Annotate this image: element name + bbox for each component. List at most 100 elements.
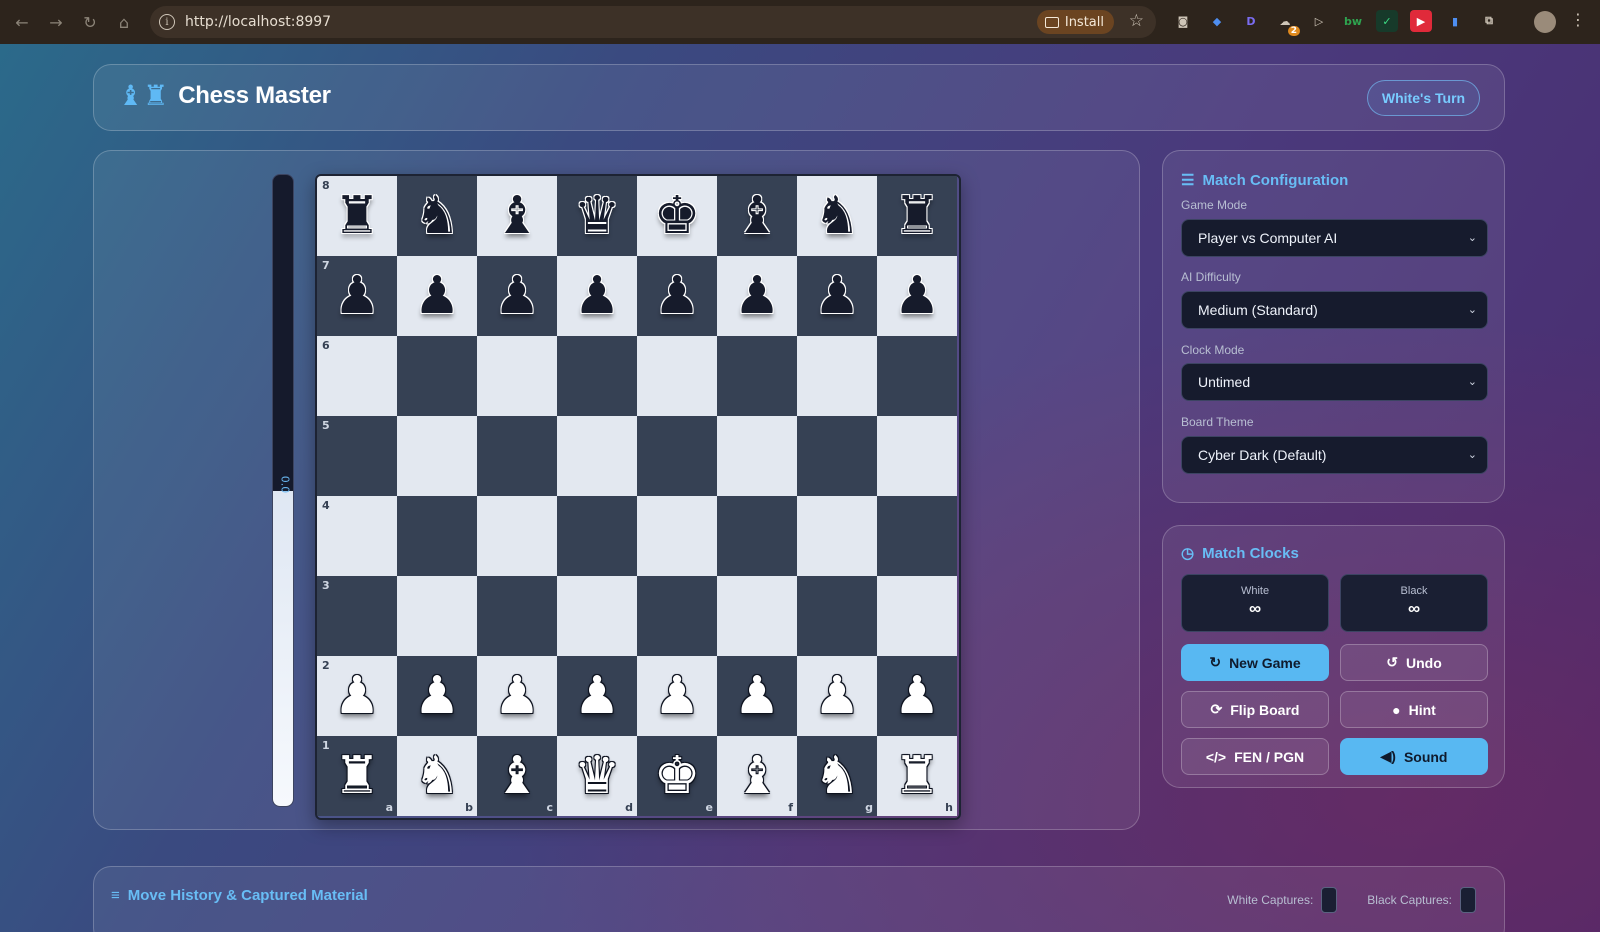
black-pawn-icon[interactable]: ♟ — [494, 270, 541, 322]
square-b3[interactable] — [397, 576, 477, 656]
square-b7[interactable]: ♟ — [397, 256, 477, 336]
shield-extension-icon[interactable]: ◆ — [1206, 10, 1228, 32]
black-bishop-icon[interactable]: ♝ — [734, 190, 781, 242]
square-e2[interactable]: ♟ — [637, 656, 717, 736]
square-a7[interactable]: 7 ♟ — [317, 256, 397, 336]
square-e8[interactable]: ♚ — [637, 176, 717, 256]
white-bishop-icon[interactable]: ♝ — [494, 750, 541, 802]
board-theme-select[interactable]: Cyber Dark (Default) ⌄ — [1181, 436, 1488, 474]
square-h5[interactable] — [877, 416, 957, 496]
square-f7[interactable]: ♟ — [717, 256, 797, 336]
square-d2[interactable]: ♟ — [557, 656, 637, 736]
square-e3[interactable] — [637, 576, 717, 656]
black-pawn-icon[interactable]: ♟ — [414, 270, 461, 322]
square-a8[interactable]: 8 ♜ — [317, 176, 397, 256]
white-pawn-icon[interactable]: ♟ — [734, 670, 781, 722]
black-pawn-icon[interactable]: ♟ — [894, 270, 941, 322]
white-bishop-icon[interactable]: ♝ — [734, 750, 781, 802]
square-c2[interactable]: ♟ — [477, 656, 557, 736]
square-b2[interactable]: ♟ — [397, 656, 477, 736]
d-extension-icon[interactable]: D — [1240, 10, 1262, 32]
fen-pgn-button[interactable]: </> FEN / PGN — [1181, 738, 1329, 775]
square-e7[interactable]: ♟ — [637, 256, 717, 336]
ai-difficulty-select[interactable]: Medium (Standard) ⌄ — [1181, 291, 1488, 329]
address-bar[interactable]: i http://localhost:8997 Install ☆ — [150, 6, 1156, 38]
square-c8[interactable]: ♝ — [477, 176, 557, 256]
install-button[interactable]: Install — [1036, 10, 1114, 34]
square-g5[interactable] — [797, 416, 877, 496]
flip-board-button[interactable]: ⟳ Flip Board — [1181, 691, 1329, 728]
puzzle-extension-icon[interactable]: ⧉ — [1478, 10, 1500, 32]
square-g1[interactable]: g ♞ — [797, 736, 877, 816]
site-info-icon[interactable]: i — [159, 14, 175, 30]
browser-menu-icon[interactable]: ⋮ — [1570, 10, 1586, 29]
square-g2[interactable]: ♟ — [797, 656, 877, 736]
profile-avatar[interactable] — [1534, 11, 1556, 33]
white-knight-icon[interactable]: ♞ — [814, 750, 861, 802]
game-mode-select[interactable]: Player vs Computer AI ⌄ — [1181, 219, 1488, 257]
square-c1[interactable]: c ♝ — [477, 736, 557, 816]
square-b1[interactable]: b ♞ — [397, 736, 477, 816]
square-d8[interactable]: ♛ — [557, 176, 637, 256]
square-c3[interactable] — [477, 576, 557, 656]
white-pawn-icon[interactable]: ♟ — [574, 670, 621, 722]
undo-button[interactable]: ↺ Undo — [1340, 644, 1488, 681]
white-king-icon[interactable]: ♚ — [654, 750, 701, 802]
home-icon[interactable]: ⌂ — [110, 8, 138, 36]
square-d3[interactable] — [557, 576, 637, 656]
white-knight-icon[interactable]: ♞ — [414, 750, 461, 802]
black-bishop-icon[interactable]: ♝ — [494, 190, 541, 242]
square-g7[interactable]: ♟ — [797, 256, 877, 336]
white-rook-icon[interactable]: ♜ — [894, 750, 941, 802]
square-h4[interactable] — [877, 496, 957, 576]
square-b5[interactable] — [397, 416, 477, 496]
square-d7[interactable]: ♟ — [557, 256, 637, 336]
square-h2[interactable]: ♟ — [877, 656, 957, 736]
white-pawn-icon[interactable]: ♟ — [414, 670, 461, 722]
forward-icon[interactable]: → — [42, 8, 70, 36]
white-pawn-icon[interactable]: ♟ — [494, 670, 541, 722]
new-game-button[interactable]: ↻ New Game — [1181, 644, 1329, 681]
hint-button[interactable]: ● Hint — [1340, 691, 1488, 728]
square-c6[interactable] — [477, 336, 557, 416]
chess-board[interactable]: 8 ♜ ♞ ♝ ♛ ♚ ♝ ♞ ♜ 7 ♟ ♟ ♟ ♟ ♟ ♟ ♟ ♟ 6 5 4 3 2 ♟ ♟ ♟ ♟ ♟ ♟ ♟ ♟ 1 a ♜ b ♞ c ♝ d ♛… — [315, 174, 961, 820]
square-h1[interactable]: h ♜ — [877, 736, 957, 816]
docs-extension-icon[interactable]: ▮ — [1444, 10, 1466, 32]
square-b6[interactable] — [397, 336, 477, 416]
square-e6[interactable] — [637, 336, 717, 416]
black-queen-icon[interactable]: ♛ — [574, 190, 621, 242]
white-pawn-icon[interactable]: ♟ — [814, 670, 861, 722]
square-a2[interactable]: 2 ♟ — [317, 656, 397, 736]
square-f4[interactable] — [717, 496, 797, 576]
bookmark-star-icon[interactable]: ☆ — [1129, 11, 1144, 31]
black-pawn-icon[interactable]: ♟ — [574, 270, 621, 322]
white-pawn-icon[interactable]: ♟ — [894, 670, 941, 722]
play-extension-icon[interactable]: ▷ — [1308, 10, 1330, 32]
square-f3[interactable] — [717, 576, 797, 656]
square-a3[interactable]: 3 — [317, 576, 397, 656]
square-g6[interactable] — [797, 336, 877, 416]
black-pawn-icon[interactable]: ♟ — [734, 270, 781, 322]
red-extension-icon[interactable]: ▶ — [1410, 10, 1432, 32]
square-h8[interactable]: ♜ — [877, 176, 957, 256]
black-knight-icon[interactable]: ♞ — [814, 190, 861, 242]
black-knight-icon[interactable]: ♞ — [414, 190, 461, 242]
black-rook-icon[interactable]: ♜ — [334, 190, 381, 242]
square-c4[interactable] — [477, 496, 557, 576]
square-h3[interactable] — [877, 576, 957, 656]
square-b8[interactable]: ♞ — [397, 176, 477, 256]
square-a4[interactable]: 4 — [317, 496, 397, 576]
square-a5[interactable]: 5 — [317, 416, 397, 496]
square-g4[interactable] — [797, 496, 877, 576]
clock-mode-select[interactable]: Untimed ⌄ — [1181, 363, 1488, 401]
back-icon[interactable]: ← — [8, 8, 36, 36]
square-f5[interactable] — [717, 416, 797, 496]
square-d6[interactable] — [557, 336, 637, 416]
square-f2[interactable]: ♟ — [717, 656, 797, 736]
bw-extension-icon[interactable]: bw — [1342, 10, 1364, 32]
square-d5[interactable] — [557, 416, 637, 496]
check-extension-icon[interactable]: ✓ — [1376, 10, 1398, 32]
black-king-icon[interactable]: ♚ — [654, 190, 701, 242]
black-pawn-icon[interactable]: ♟ — [814, 270, 861, 322]
square-g8[interactable]: ♞ — [797, 176, 877, 256]
